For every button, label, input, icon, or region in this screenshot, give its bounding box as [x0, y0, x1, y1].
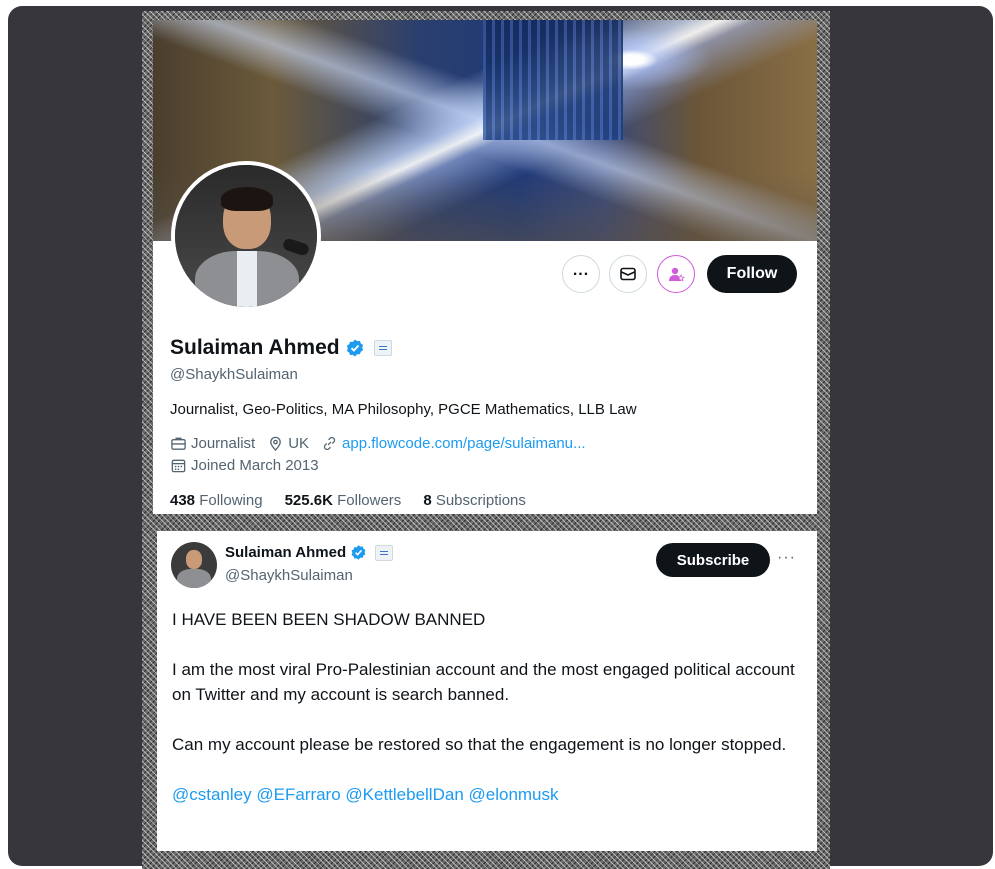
more-icon: ... — [572, 262, 590, 279]
following-stat[interactable]: 438 Following — [170, 492, 263, 509]
tweet-more-icon[interactable]: ··· — [777, 549, 796, 567]
subscription-button[interactable] — [657, 255, 695, 293]
subscription-icon — [669, 267, 685, 282]
subscribe-button[interactable]: Subscribe — [656, 543, 770, 577]
affiliation-badge-icon[interactable] — [375, 544, 394, 561]
profile-avatar[interactable] — [171, 161, 321, 311]
profile-website-link[interactable]: app.flowcode.com/page/sulaimanu... — [342, 435, 585, 452]
tweet-paragraph: I am the most viral Pro-Palestinian acco… — [172, 660, 795, 704]
profile-category: Journalist — [191, 435, 256, 452]
tweet-author-row: Sulaiman Ahmed — [225, 544, 394, 561]
followers-stat[interactable]: 525.6K Followers — [285, 492, 402, 509]
profile-stats: 438 Following 525.6K Followers 8 Subscri… — [170, 492, 526, 509]
profile-meta-row: Journalist UK app.flowcode.com/page/sula… — [170, 435, 598, 452]
profile-bio: Journalist, Geo-Politics, MA Philosophy,… — [170, 401, 637, 418]
profile-joined-date: Joined March 2013 — [191, 457, 319, 474]
tweet-author-handle[interactable]: @ShaykhSulaiman — [225, 567, 353, 584]
tweet-card: Sulaiman Ahmed @ShaykhSulaiman Subscribe… — [157, 531, 817, 851]
tweet-text: I HAVE BEEN BEEN SHADOW BANNED I am the … — [172, 607, 802, 832]
profile-card: ... Follow Sulaiman Ahmed @ShaykhSulaima… — [153, 20, 817, 514]
tweet-author-name[interactable]: Sulaiman Ahmed — [225, 544, 346, 561]
more-options-button[interactable]: ... — [562, 255, 600, 293]
tweet-author-avatar[interactable] — [171, 542, 217, 588]
profile-joined-row: Joined March 2013 — [170, 457, 319, 474]
location-pin-icon — [270, 436, 282, 452]
profile-name-row: Sulaiman Ahmed — [170, 336, 392, 360]
profile-name: Sulaiman Ahmed — [170, 336, 340, 359]
mail-icon — [620, 267, 636, 281]
subscriptions-stat[interactable]: 8 Subscriptions — [423, 492, 526, 509]
verified-icon — [346, 339, 363, 357]
tweet-mentions[interactable]: @cstanley @EFarraro @KettlebellDan @elon… — [172, 782, 802, 807]
verified-icon — [351, 545, 366, 560]
follow-button[interactable]: Follow — [707, 255, 797, 293]
affiliation-badge-icon[interactable] — [373, 340, 392, 356]
link-icon — [323, 436, 336, 451]
tweet-paragraph: Can my account please be restored so tha… — [172, 735, 787, 754]
message-button[interactable] — [609, 255, 647, 293]
profile-handle: @ShaykhSulaiman — [170, 366, 298, 383]
profile-location: UK — [288, 435, 310, 452]
calendar-icon — [171, 459, 186, 473]
briefcase-icon — [171, 437, 186, 450]
tweet-paragraph: I HAVE BEEN BEEN SHADOW BANNED — [172, 610, 486, 629]
